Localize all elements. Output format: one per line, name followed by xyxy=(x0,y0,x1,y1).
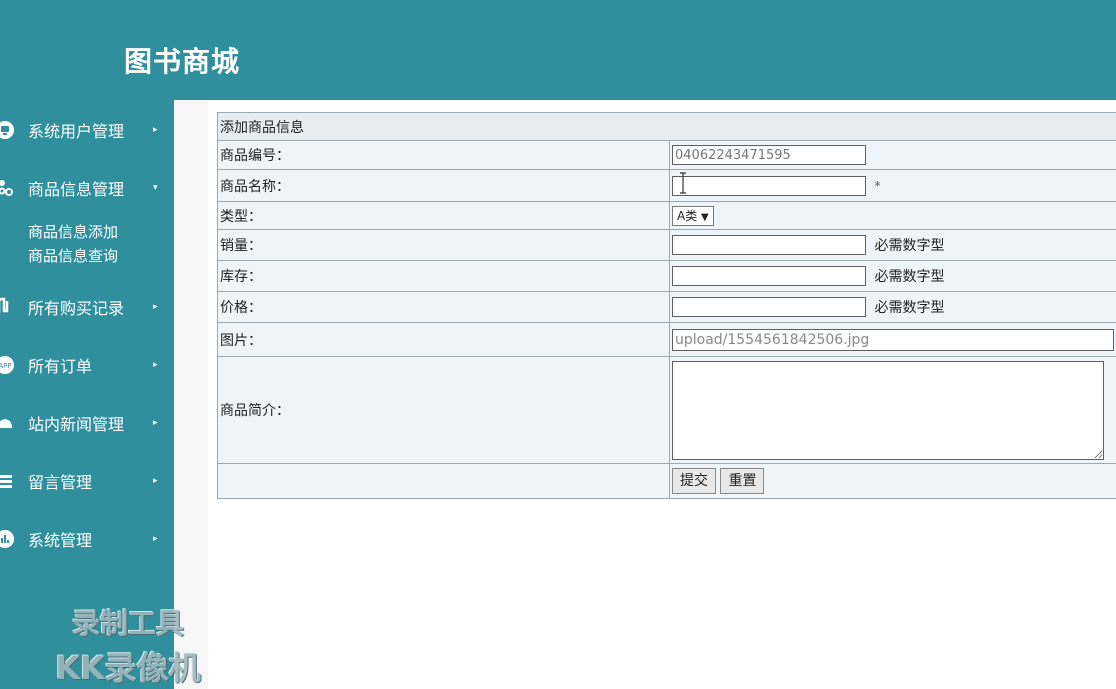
top-header: 图书商城 xyxy=(0,0,1116,100)
submenu-item-product-query[interactable]: 商品信息查询 xyxy=(28,245,118,266)
field-label: 商品名称： xyxy=(217,169,670,202)
field-cell: * xyxy=(669,169,1116,202)
app-icon: APP xyxy=(0,355,15,375)
dropdown-arrow-icon: ▼ xyxy=(701,211,709,223)
chevron-down-icon: ▾ xyxy=(153,183,158,193)
field-label: 价格： xyxy=(217,291,670,323)
chevron-right-icon: ▸ xyxy=(153,418,158,428)
empty-cell xyxy=(217,463,670,499)
field-label: 类型： xyxy=(217,201,670,230)
sidebar-item-label: 所有购买记录 xyxy=(28,299,125,318)
sidebar-item-label: 留言管理 xyxy=(28,473,93,492)
numeric-hint: 必需数字型 xyxy=(874,300,945,316)
field-cell: 必需数字型 xyxy=(669,291,1116,323)
field-cell: 必需数字型 xyxy=(669,229,1116,261)
content-gutter xyxy=(174,100,208,689)
field-cell xyxy=(669,140,1116,170)
news-icon xyxy=(0,413,15,433)
text-cursor-icon xyxy=(680,172,686,194)
chevron-right-icon: ▸ xyxy=(153,360,158,370)
field-label: 销量： xyxy=(217,229,670,261)
field-cell: 必需数字型 xyxy=(669,260,1116,292)
chart-icon xyxy=(0,529,15,549)
chevron-right-icon: ▸ xyxy=(153,125,158,135)
field-label: 图片： xyxy=(217,322,670,357)
product-code-input[interactable] xyxy=(672,145,866,165)
numeric-hint: 必需数字型 xyxy=(874,238,945,254)
chevron-right-icon: ▸ xyxy=(153,476,158,486)
watermark-line2: KK录像机 xyxy=(55,649,201,687)
stock-input[interactable] xyxy=(672,266,866,286)
form-title: 添加商品信息 xyxy=(217,112,1116,141)
form-table: 添加商品信息 商品编号： 商品名称： * 类型： A类 ▼ xyxy=(217,112,1116,499)
svg-text:APP: APP xyxy=(0,362,12,370)
site-title: 图书商城 xyxy=(124,45,241,78)
reset-button[interactable]: 重置 xyxy=(720,468,765,494)
sidebar: 系统用户管理 ▸ 商品信息管理 ▾ 商品信息添加 商品信息查询 所有购买记录 ▸… xyxy=(0,100,174,689)
type-select[interactable]: A类 ▼ xyxy=(672,205,714,226)
sidebar-item-label: 站内新闻管理 xyxy=(28,415,125,434)
image-path-input[interactable] xyxy=(672,328,1114,351)
button-cell: 提交 重置 xyxy=(669,463,1116,499)
chevron-right-icon: ▸ xyxy=(153,534,158,544)
field-cell xyxy=(669,356,1116,464)
sidebar-item-news[interactable]: 站内新闻管理 ▸ xyxy=(0,408,174,438)
type-select-value: A类 xyxy=(677,208,698,223)
sidebar-item-system[interactable]: 系统管理 ▸ xyxy=(0,524,174,554)
field-label: 商品简介： xyxy=(217,356,670,464)
sidebar-item-label: 所有订单 xyxy=(28,357,93,376)
sidebar-item-orders[interactable]: APP 所有订单 ▸ xyxy=(0,350,174,380)
sidebar-item-user-management[interactable]: 系统用户管理 ▸ xyxy=(0,115,174,145)
submit-button[interactable]: 提交 xyxy=(672,468,716,494)
sales-input[interactable] xyxy=(672,235,866,255)
sidebar-item-label: 系统用户管理 xyxy=(28,122,125,141)
price-input[interactable] xyxy=(672,297,866,317)
field-label: 商品编号： xyxy=(217,140,670,170)
submenu-item-product-add[interactable]: 商品信息添加 xyxy=(28,221,118,242)
list-icon xyxy=(0,471,15,491)
chevron-right-icon: ▸ xyxy=(153,302,158,312)
sidebar-item-product-management[interactable]: 商品信息管理 ▾ xyxy=(0,173,174,203)
required-mark: * xyxy=(874,178,881,193)
watermark-line1: 录制工具 xyxy=(71,607,184,640)
add-product-form: 添加商品信息 商品编号： 商品名称： * 类型： A类 ▼ xyxy=(217,112,1116,499)
sidebar-item-purchase-records[interactable]: 所有购买记录 ▸ xyxy=(0,292,174,322)
product-description-textarea[interactable] xyxy=(672,360,1104,460)
sidebar-item-messages[interactable]: 留言管理 ▸ xyxy=(0,466,174,496)
sidebar-item-label: 系统管理 xyxy=(28,531,93,550)
user-circle-icon xyxy=(0,120,15,140)
field-cell: 上传 xyxy=(669,322,1116,357)
sidebar-item-label: 商品信息管理 xyxy=(28,180,125,199)
field-label: 库存： xyxy=(217,260,670,292)
numeric-hint: 必需数字型 xyxy=(874,269,945,285)
group-icon xyxy=(0,178,15,198)
field-cell: A类 ▼ xyxy=(669,201,1116,230)
record-icon xyxy=(0,297,15,317)
product-name-input[interactable] xyxy=(672,175,866,196)
